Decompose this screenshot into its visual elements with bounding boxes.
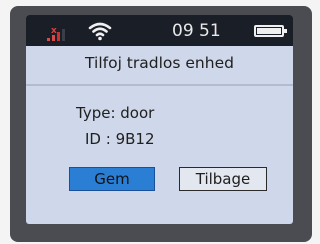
signal-bar	[62, 29, 65, 41]
battery-fill	[257, 28, 281, 34]
battery-tip	[284, 29, 287, 33]
status-bar: x 09 51	[26, 15, 293, 46]
save-button[interactable]: Gem	[69, 167, 155, 191]
signal-bar	[52, 35, 55, 41]
page-title: Tilfoj tradlos enhed	[85, 54, 234, 72]
wifi-icon	[88, 22, 112, 41]
back-button[interactable]: Tilbage	[179, 167, 267, 191]
signal-bar	[47, 38, 50, 41]
clock-time: 09 51	[172, 21, 221, 41]
title-divider	[26, 84, 293, 86]
device-id-text: ID : 9B12	[85, 130, 155, 148]
battery-icon	[254, 25, 287, 37]
device-screen: x 09 51 Tilfoj tradlos enhed Type: door …	[26, 15, 293, 224]
device-type-text: Type: door	[76, 104, 155, 122]
signal-icon: x	[47, 27, 65, 41]
signal-bar	[57, 32, 60, 41]
